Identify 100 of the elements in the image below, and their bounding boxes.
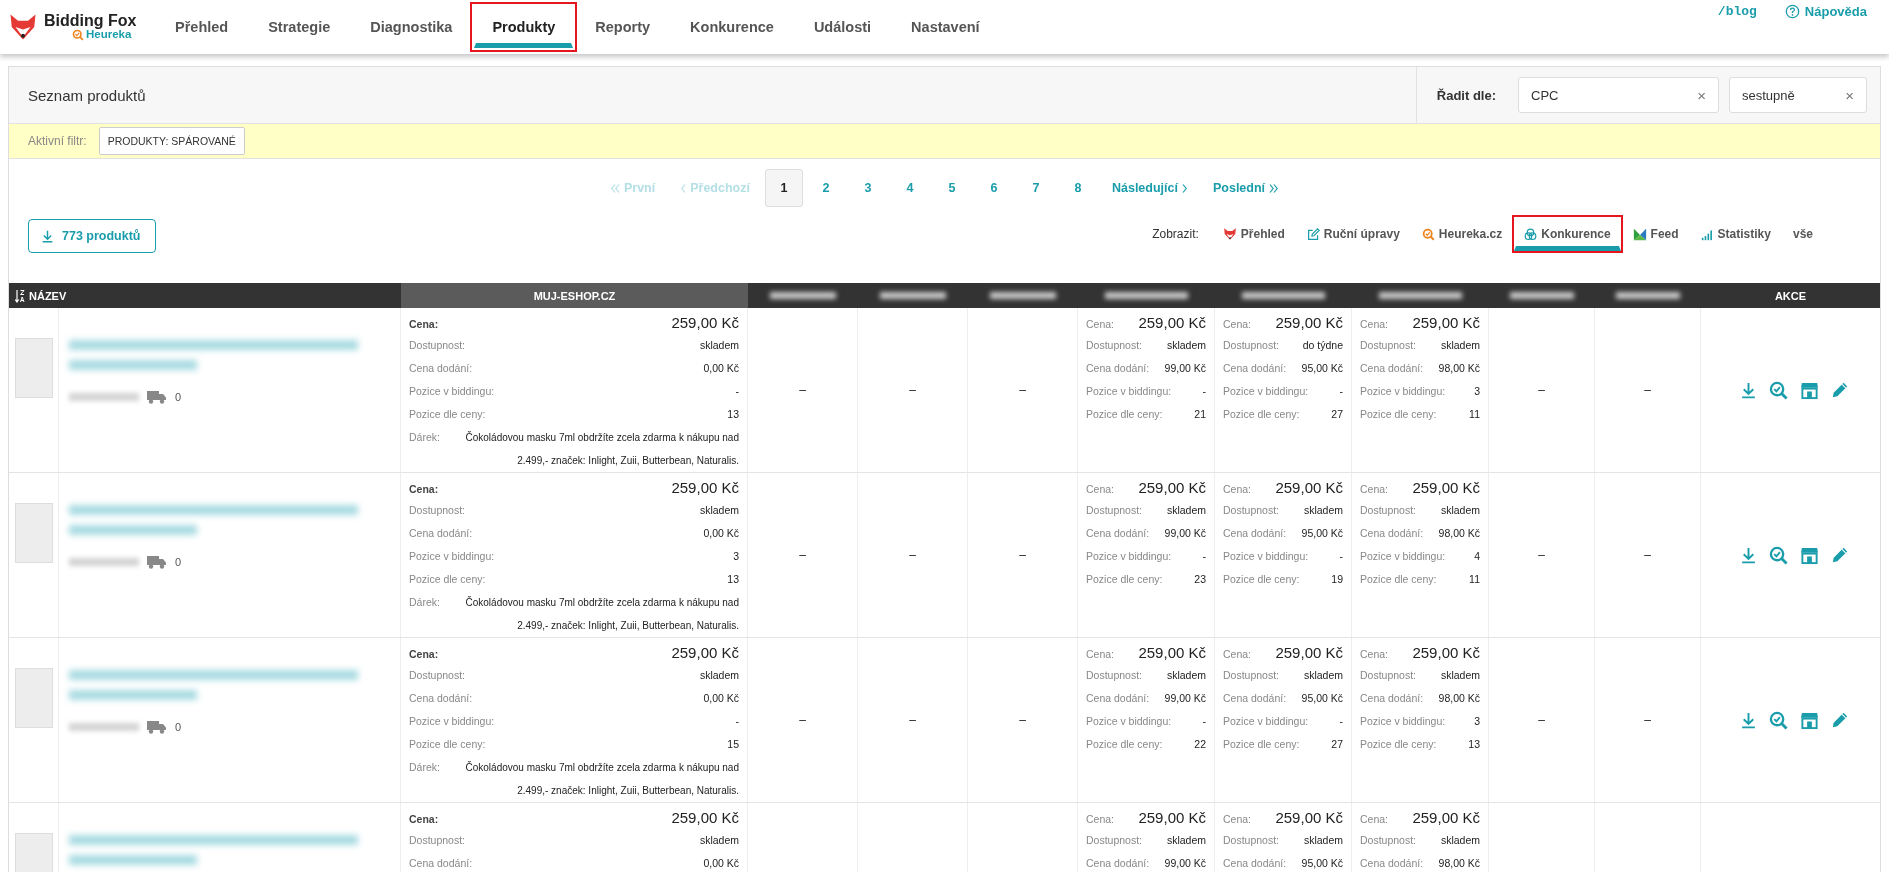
field-label: Pozice v biddingu: [409, 714, 495, 729]
delivery-count: 0 [175, 556, 182, 568]
field-label: Dostupnost: [1223, 833, 1280, 848]
sort-select[interactable]: CPC × [1518, 77, 1719, 113]
nav-tab[interactable]: Události [795, 6, 890, 48]
nav-tab[interactable]: Nastavení [893, 6, 998, 48]
nav-tab[interactable]: Reporty [577, 6, 669, 48]
nav-tab[interactable]: Diagnostika [352, 6, 471, 48]
field-label: Dostupnost: [409, 833, 466, 848]
pencil-icon[interactable] [1831, 711, 1849, 729]
field-value: skladem [1303, 668, 1343, 683]
field-value: 98,00 Kč [1438, 691, 1480, 706]
empty-dash: – [799, 713, 806, 727]
nav-tab[interactable]: Strategie [250, 6, 349, 48]
field-label: Cena: [1223, 482, 1252, 497]
field-label: Pozice dle ceny: [1223, 407, 1300, 422]
field-value: 98,00 Kč [1438, 856, 1480, 871]
price-value: 259,00 Kč [1275, 478, 1343, 498]
field-label: Cena dodání: [1223, 856, 1287, 871]
nav-tab[interactable]: Konkurence [672, 6, 792, 48]
field-label: Cena: [1086, 482, 1115, 497]
price-value: 259,00 Kč [1275, 313, 1343, 333]
field-label: Dostupnost: [409, 668, 466, 683]
price-value: 259,00 Kč [671, 808, 739, 828]
field-label: Cena dodání: [409, 691, 473, 706]
view-option[interactable]: Feed [1622, 217, 1689, 251]
blurred-text [770, 292, 836, 299]
field-value: 27 [1331, 737, 1343, 752]
field-label: Pozice v biddingu: [1086, 384, 1172, 399]
field-label: Dostupnost: [1086, 668, 1143, 683]
view-option[interactable]: vše [1782, 217, 1823, 251]
nav-tab[interactable]: Přehled [157, 6, 247, 48]
field-value: 3 [733, 549, 739, 564]
magnifier-check-icon [72, 29, 84, 41]
circles-icon [1524, 227, 1538, 241]
field-value: 22 [1194, 737, 1206, 752]
blurred-text [990, 292, 1056, 299]
search-check-icon[interactable] [1769, 710, 1788, 730]
chevron-icon [1269, 183, 1279, 193]
download-icon[interactable] [1740, 546, 1757, 564]
sort-select[interactable]: sestupně × [1729, 77, 1867, 113]
view-option[interactable]: Konkurence [1514, 217, 1621, 251]
field-value: 0,00 Kč [703, 691, 739, 706]
view-option[interactable]: Statistiky [1690, 217, 1781, 251]
field-value: 15 [727, 737, 739, 752]
pencil-icon[interactable] [1831, 546, 1849, 564]
column-header: MUJ-ESHOP.CZ [401, 283, 748, 308]
help-icon[interactable] [1784, 4, 1800, 19]
sort-icon [15, 288, 25, 303]
field-value: 95,00 Kč [1301, 361, 1343, 376]
store-icon[interactable] [1800, 710, 1819, 730]
chevron-icon [610, 183, 620, 193]
column-header: NÁZEV [9, 283, 401, 308]
page-link[interactable]: 1 [764, 169, 803, 207]
empty-dash: – [799, 383, 806, 397]
filter-chip[interactable]: PRODUKTY: SPÁROVANÉ [98, 127, 245, 155]
field-label: Pozice dle ceny: [1360, 572, 1437, 587]
field-label: Cena dodání: [1223, 361, 1287, 376]
field-label: Cena dodání: [409, 361, 473, 376]
field-label: Cena: [1223, 647, 1252, 662]
field-label: Pozice dle ceny: [409, 572, 486, 587]
price-value: 259,00 Kč [1275, 643, 1343, 663]
field-value: skladem [1166, 668, 1206, 683]
store-icon[interactable] [1800, 380, 1819, 400]
field-value: - [1202, 714, 1206, 729]
view-option[interactable]: Ruční úpravy [1296, 217, 1410, 251]
field-label: Pozice dle ceny: [1223, 572, 1300, 587]
product-photo-placeholder [14, 338, 53, 398]
field-label: Dostupnost: [1223, 668, 1280, 683]
price-value: 259,00 Kč [671, 478, 739, 498]
chevron-icon [681, 183, 687, 193]
truck-icon [147, 390, 167, 404]
price-value: 259,00 Kč [1138, 313, 1206, 333]
field-value: skladem [699, 503, 739, 518]
field-label: Cena dodání: [1360, 691, 1424, 706]
bar-chart-icon [1700, 227, 1714, 241]
field-value: 27 [1331, 407, 1343, 422]
pencil-icon[interactable] [1831, 381, 1849, 399]
empty-dash: – [1538, 383, 1545, 397]
field-value: - [735, 384, 739, 399]
store-icon[interactable] [1800, 545, 1819, 565]
download-icon[interactable] [1740, 381, 1757, 399]
field-label: Pozice v biddingu: [1360, 384, 1446, 399]
column-header: AKCE [1773, 288, 1808, 304]
field-label: Pozice dle ceny: [1086, 572, 1163, 587]
field-value: - [735, 714, 739, 729]
search-check-icon[interactable] [1769, 380, 1788, 400]
view-option[interactable]: Přehled [1212, 217, 1295, 251]
download-icon[interactable] [1740, 711, 1757, 729]
empty-dash: – [1538, 713, 1545, 727]
field-label: Cena: [1360, 482, 1389, 497]
field-value: - [1339, 384, 1343, 399]
gift-text: Čokoládovou masku 7ml obdržíte zcela zdarma k nákupu nad 2.499,- značek: Inlight, Zuii, Butterbean, Naturalis. [464, 430, 739, 468]
clear-button[interactable]: × [1697, 86, 1706, 104]
blurred-text [69, 723, 139, 731]
view-option[interactable]: Heureka.cz [1411, 217, 1513, 251]
search-check-icon[interactable] [1769, 545, 1788, 565]
clear-button[interactable]: × [1845, 86, 1854, 104]
field-label: Dostupnost: [409, 338, 466, 353]
field-label: Pozice v biddingu: [1360, 549, 1446, 564]
